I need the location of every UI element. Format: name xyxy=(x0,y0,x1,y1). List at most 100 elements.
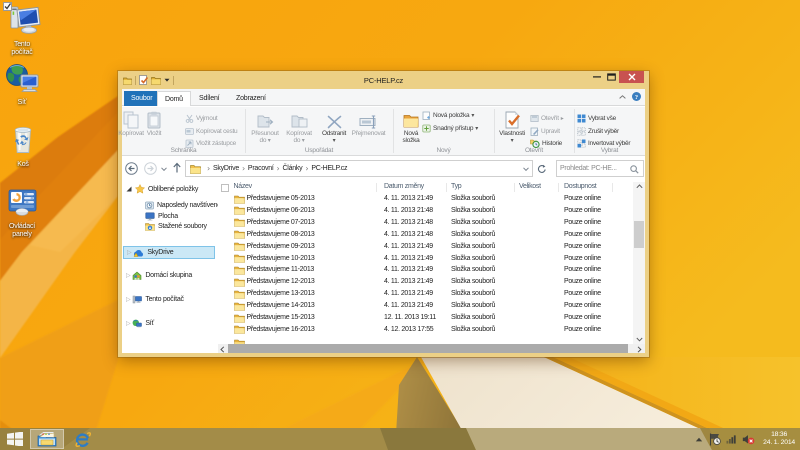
file-row[interactable]: Představujeme 08-2013 4. 11. 2013 21:48 … xyxy=(218,229,633,241)
file-type: Složka souborů xyxy=(451,207,495,214)
vertical-scrollbar[interactable] xyxy=(633,182,645,344)
scroll-left-icon[interactable] xyxy=(220,346,225,353)
internet-explorer-icon[interactable] xyxy=(74,431,91,448)
collapsed-arrow-icon[interactable]: ▷ xyxy=(126,296,130,303)
easy-access-button[interactable]: Snadný přístup▾ xyxy=(422,124,478,133)
rename-button[interactable]: Přejmenovat xyxy=(350,109,387,138)
select-all-checkbox[interactable] xyxy=(221,184,229,192)
column-divider[interactable] xyxy=(558,183,559,192)
file-row[interactable]: Představujeme 05-2013 4. 11. 2013 21:49 … xyxy=(218,193,633,205)
column-divider[interactable] xyxy=(376,183,377,192)
recent-locations-dropdown[interactable] xyxy=(161,167,167,171)
column-header-type[interactable]: Typ xyxy=(451,183,461,190)
properties-button[interactable]: Vlastnosti▾ xyxy=(495,109,529,144)
window-titlebar[interactable]: PC-HELP.cz xyxy=(118,71,649,89)
horizontal-scrollbar[interactable] xyxy=(218,344,645,353)
forward-button[interactable] xyxy=(144,162,157,175)
action-center-flag-icon[interactable] xyxy=(709,433,721,446)
paste-button[interactable]: Vložit xyxy=(142,109,166,138)
desktop-icon-control-panel[interactable]: Ovládací panely xyxy=(0,187,45,239)
scroll-right-icon[interactable] xyxy=(637,346,642,353)
address-dropdown-icon[interactable] xyxy=(523,167,529,171)
address-bar[interactable]: › SkyDrive › Pracovní › Články › PC-HELP… xyxy=(185,160,533,177)
nav-desktop[interactable]: Plocha xyxy=(145,212,178,221)
search-box[interactable]: Prohledat: PC-HE... xyxy=(556,160,644,177)
taskbar-explorer-button[interactable] xyxy=(30,429,64,449)
tab-home[interactable]: Domů xyxy=(157,91,191,106)
column-divider[interactable] xyxy=(446,183,447,192)
breadcrumb-pchelp[interactable]: PC-HELP.cz xyxy=(311,165,347,172)
column-divider[interactable] xyxy=(514,183,515,192)
column-header-name[interactable]: Název xyxy=(234,183,252,190)
tab-view[interactable]: Zobrazení xyxy=(229,91,273,106)
taskbar-clock[interactable]: 18:36 24. 1. 2014 xyxy=(763,431,795,447)
new-item-button[interactable]: Nová položka▾ xyxy=(422,111,474,120)
desktop-icon-this-pc[interactable]: Tento počítač xyxy=(0,4,45,57)
file-row[interactable]: Představujeme 10-2013 4. 11. 2013 21:49 … xyxy=(218,253,633,265)
breadcrumb-skydrive[interactable]: SkyDrive xyxy=(213,165,239,172)
file-row[interactable]: Představujeme 12-2013 4. 11. 2013 21:49 … xyxy=(218,276,633,288)
file-row[interactable]: Představujeme 07-2013 4. 11. 2013 21:48 … xyxy=(218,217,633,229)
column-header-size[interactable]: Velikost xyxy=(519,183,541,190)
close-button[interactable] xyxy=(619,71,644,83)
file-row[interactable]: Představujeme 16-2013 4. 12. 2013 17:55 … xyxy=(218,324,633,336)
select-none-button[interactable]: Zrušit výběr xyxy=(577,127,619,136)
desktop-icon-network[interactable]: Síť xyxy=(0,63,45,107)
nav-label: Stažené soubory xyxy=(158,223,207,230)
search-icon[interactable] xyxy=(630,165,639,174)
breadcrumb-clanky[interactable]: Články xyxy=(283,165,303,172)
collapsed-arrow-icon[interactable]: ▷ xyxy=(126,320,130,327)
file-row[interactable]: Představujeme 06-2013 4. 11. 2013 21:48 … xyxy=(218,205,633,217)
scroll-down-icon[interactable] xyxy=(636,337,643,342)
move-to-icon xyxy=(257,114,274,129)
file-row[interactable]: Představujeme 15-2013 12. 11. 2013 19:11… xyxy=(218,312,633,324)
tab-file[interactable]: Soubor xyxy=(124,91,159,106)
desktop-icon-recycle-bin[interactable]: Koš xyxy=(0,123,46,169)
file-row[interactable]: Představujeme 14-2013 4. 11. 2013 21:49 … xyxy=(218,300,633,312)
scroll-up-icon[interactable] xyxy=(636,184,643,189)
edit-button[interactable]: Upravit xyxy=(530,127,560,136)
help-icon[interactable]: ? xyxy=(632,92,641,101)
navigation-pane: Oblíbené položky Naposledy navštívené xyxy=(122,182,218,353)
column-header-availability[interactable]: Dostupnost xyxy=(564,183,596,190)
file-row[interactable]: Představujeme 09-2013 4. 11. 2013 21:49 … xyxy=(218,241,633,253)
back-button[interactable] xyxy=(125,162,138,175)
nav-recent[interactable]: Naposledy navštívené xyxy=(145,201,218,210)
network-status-icon[interactable] xyxy=(726,434,737,444)
vertical-scroll-thumb[interactable] xyxy=(634,221,644,248)
minimize-ribbon-icon[interactable] xyxy=(619,95,626,99)
tab-share[interactable]: Sdílení xyxy=(192,91,226,106)
maximize-button[interactable] xyxy=(604,71,619,83)
show-hidden-icons-button[interactable] xyxy=(695,437,703,442)
nav-downloads[interactable]: Stažené soubory xyxy=(145,222,207,231)
minimize-button[interactable] xyxy=(589,71,604,83)
column-divider[interactable] xyxy=(612,183,613,192)
volume-muted-icon[interactable] xyxy=(742,434,755,445)
cut-button[interactable]: Vyjmout xyxy=(185,114,218,123)
start-button[interactable] xyxy=(7,432,23,446)
column-header-date[interactable]: Datum změny xyxy=(384,183,424,190)
copy-to-button[interactable]: Kopírovatdo ▾ xyxy=(283,109,315,144)
breadcrumb-pracovni[interactable]: Pracovní xyxy=(248,165,274,172)
select-all-button[interactable]: Vybrat vše xyxy=(577,114,616,123)
copy-path-button[interactable]: Kopírovat cestu xyxy=(185,127,237,136)
ribbon-group-organize: Přesunoutdo ▾ Kopírovatdo ▾ Odstran xyxy=(245,107,393,155)
nav-this-pc[interactable]: ▷ Tento počítač xyxy=(126,295,184,304)
nav-favorites[interactable]: Oblíbené položky xyxy=(126,184,198,194)
refresh-button[interactable] xyxy=(537,164,547,174)
collapsed-arrow-icon[interactable]: ▷ xyxy=(126,272,130,279)
expanded-arrow-icon[interactable] xyxy=(126,186,132,192)
file-list: Název Datum změny Typ Velikost Dostupnos… xyxy=(218,182,633,344)
move-to-button[interactable]: Přesunoutdo ▾ xyxy=(249,109,281,144)
file-row[interactable]: Představujeme 13-2013 4. 11. 2013 21:49 … xyxy=(218,288,633,300)
file-row[interactable]: Představujeme 11-2013 4. 11. 2013 21:49 … xyxy=(218,264,633,276)
collapsed-arrow-icon[interactable]: ▷ xyxy=(127,249,131,256)
selected-checkbox-icon xyxy=(3,2,12,11)
nav-skydrive[interactable]: ▷ SkyDrive xyxy=(123,246,215,259)
nav-network[interactable]: ▷ Síť xyxy=(126,319,154,328)
open-button[interactable]: Otevřít▸ xyxy=(530,114,564,123)
delete-button[interactable]: Odstranit▾ xyxy=(314,109,354,144)
up-button[interactable] xyxy=(172,162,182,174)
horizontal-scroll-thumb[interactable] xyxy=(228,344,628,353)
nav-homegroup[interactable]: ▷ Domácí skupina xyxy=(126,271,192,280)
